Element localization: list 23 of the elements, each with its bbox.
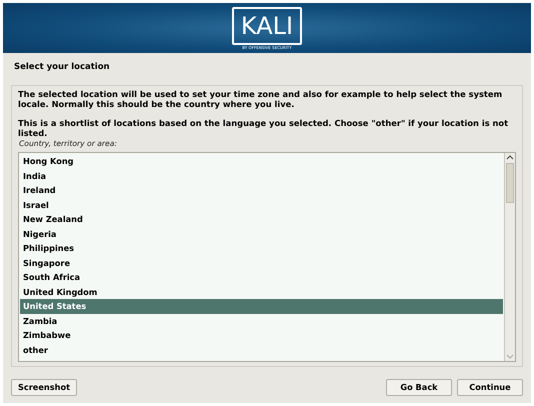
page-title: Select your location <box>14 61 111 73</box>
country-item[interactable]: United Kingdom <box>20 284 503 299</box>
country-item[interactable]: other <box>20 342 503 357</box>
country-item[interactable]: Ireland <box>20 183 503 198</box>
screenshot-button[interactable]: Screenshot <box>11 379 77 396</box>
country-item[interactable]: New Zealand <box>20 212 503 226</box>
country-item[interactable]: Zimbabwe <box>20 328 503 342</box>
logo: KALI <box>232 6 302 44</box>
continue-button[interactable]: Continue <box>457 379 523 396</box>
country-item[interactable]: Israel <box>20 198 503 212</box>
country-item[interactable]: Hong Kong <box>20 154 503 168</box>
country-item[interactable]: Nigeria <box>20 226 503 241</box>
back-button[interactable]: Go Back <box>386 379 452 396</box>
description-text: This is a shortlist of locations based on the language you selected. Choose "other" if your location is not listed. <box>18 118 510 138</box>
description-text: The selected location will be used to set your time zone and also for example to help select the system locale. Normally this should be the country where you live. <box>18 89 504 109</box>
country-item[interactable]: Singapore <box>20 256 503 270</box>
country-item[interactable]: India <box>20 168 503 183</box>
country-item[interactable]: Zambia <box>20 314 503 328</box>
scrollbar[interactable] <box>504 153 515 361</box>
country-item[interactable]: South Africa <box>20 270 503 284</box>
country-item[interactable]: Philippines <box>20 241 503 256</box>
scrollbar-thumb[interactable] <box>506 163 514 203</box>
country-item[interactable]: United States <box>20 299 503 314</box>
